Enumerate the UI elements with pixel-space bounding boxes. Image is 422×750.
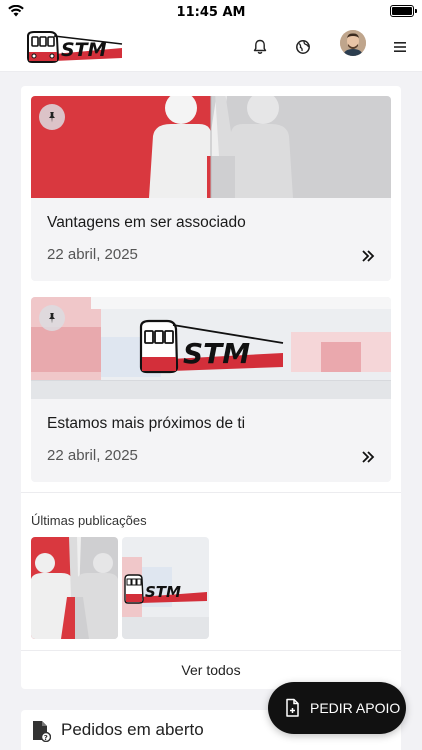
stm-logo[interactable]: STM — [24, 28, 124, 68]
svg-text:?: ? — [44, 734, 48, 742]
post-image-train: STM — [31, 297, 391, 399]
open-requests-title: Pedidos em aberto — [61, 720, 204, 739]
svg-text:STM: STM — [183, 337, 250, 370]
logo-text: STM — [61, 39, 107, 61]
post-title: Estamos mais próximos de ti — [47, 415, 246, 432]
wifi-icon — [8, 5, 24, 17]
news-post[interactable]: STM Estamos mais próximos de ti 22 abril… — [31, 297, 391, 482]
double-chevron-right-icon[interactable] — [361, 450, 375, 464]
divider — [21, 492, 401, 493]
post-date: 22 abril, 2025 — [47, 447, 138, 464]
post-title: Vantagens em ser associado — [47, 214, 246, 231]
latest-thumb-hands[interactable] — [31, 537, 118, 639]
status-time: 11:45 AM — [176, 4, 246, 20]
menu-icon[interactable] — [389, 36, 411, 58]
bell-icon[interactable] — [249, 36, 271, 58]
avatar[interactable] — [340, 30, 366, 56]
post-date: 22 abril, 2025 — [47, 246, 138, 263]
latest-thumb-train[interactable]: STM — [122, 537, 209, 639]
svg-text:STM: STM — [145, 583, 181, 601]
request-support-button[interactable]: PEDIR APOIO — [268, 682, 406, 734]
news-post[interactable]: Vantagens em ser associado 22 abril, 202… — [31, 96, 391, 281]
add-document-icon — [286, 698, 299, 717]
double-chevron-right-icon[interactable] — [361, 249, 375, 263]
globe-icon[interactable] — [292, 36, 314, 58]
latest-publications-title: Últimas publicações — [31, 513, 147, 528]
battery-icon — [390, 5, 417, 17]
pin-icon — [39, 305, 65, 331]
post-image-hands — [31, 96, 391, 198]
request-support-label: PEDIR APOIO — [310, 700, 401, 716]
news-card: Vantagens em ser associado 22 abril, 202… — [21, 86, 401, 689]
pin-icon — [39, 104, 65, 130]
status-bar: 11:45 AM — [0, 0, 422, 24]
app-header: STM — [0, 24, 422, 72]
document-question-icon: ? — [33, 721, 51, 742]
